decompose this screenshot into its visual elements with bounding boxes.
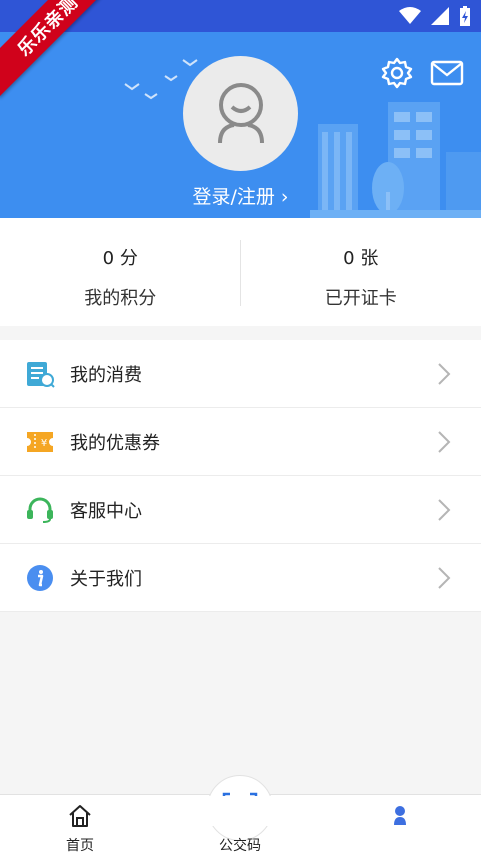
cards-label: 已开证卡 bbox=[324, 288, 397, 309]
coupon-icon: ¥ bbox=[25, 428, 55, 456]
battery-icon bbox=[460, 6, 470, 26]
home-icon bbox=[69, 805, 91, 827]
headset-icon bbox=[25, 496, 55, 524]
chevron-right-icon bbox=[438, 363, 451, 385]
menu-label-consumption: 我的消费 bbox=[70, 364, 142, 386]
info-icon bbox=[25, 564, 55, 592]
bottom-tab-bar: 首页 公交码 bbox=[0, 775, 481, 856]
avatar[interactable] bbox=[183, 56, 298, 171]
points-stat[interactable]: 0 分 我的积分 bbox=[0, 218, 241, 326]
menu-item-coupons[interactable]: ¥ 我的优惠券 bbox=[0, 408, 481, 476]
menu-item-consumption[interactable]: 我的消费 bbox=[0, 340, 481, 408]
settings-icon[interactable] bbox=[380, 56, 414, 90]
points-label: 我的积分 bbox=[84, 288, 157, 309]
points-value: 0 分 bbox=[102, 248, 138, 269]
menu-label-about: 关于我们 bbox=[70, 568, 142, 590]
menu-item-support[interactable]: 客服中心 bbox=[0, 476, 481, 544]
chevron-right-icon bbox=[438, 567, 451, 589]
login-register-link[interactable]: 登录/注册 › bbox=[0, 182, 481, 209]
profile-icon bbox=[394, 806, 406, 825]
chevron-right-icon bbox=[438, 499, 451, 521]
consumption-icon bbox=[25, 360, 55, 388]
tab-bus-code[interactable]: 公交码 bbox=[200, 795, 280, 856]
stats-divider bbox=[240, 240, 241, 306]
avatar-placeholder-icon bbox=[217, 82, 264, 143]
chevron-right-icon bbox=[438, 431, 451, 453]
tab-home-label: 首页 bbox=[66, 838, 94, 854]
menu-label-coupons: 我的优惠券 bbox=[70, 432, 160, 454]
tab-profile[interactable] bbox=[360, 795, 440, 856]
signal-icon bbox=[431, 7, 449, 25]
tab-home[interactable]: 首页 bbox=[40, 795, 120, 856]
mail-icon[interactable] bbox=[430, 60, 464, 86]
cards-value: 0 张 bbox=[343, 248, 379, 269]
menu-label-support: 客服中心 bbox=[70, 500, 142, 522]
menu-list: 我的消费 ¥ 我的优惠券 客服中心 关于我们 bbox=[0, 340, 481, 612]
tab-bus-code-label: 公交码 bbox=[219, 838, 261, 854]
svg-text:¥: ¥ bbox=[41, 438, 47, 449]
wifi-icon bbox=[399, 7, 421, 24]
cards-stat[interactable]: 0 张 已开证卡 bbox=[241, 218, 481, 326]
menu-item-about[interactable]: 关于我们 bbox=[0, 544, 481, 612]
profile-header: 登录/注册 › bbox=[0, 32, 481, 218]
